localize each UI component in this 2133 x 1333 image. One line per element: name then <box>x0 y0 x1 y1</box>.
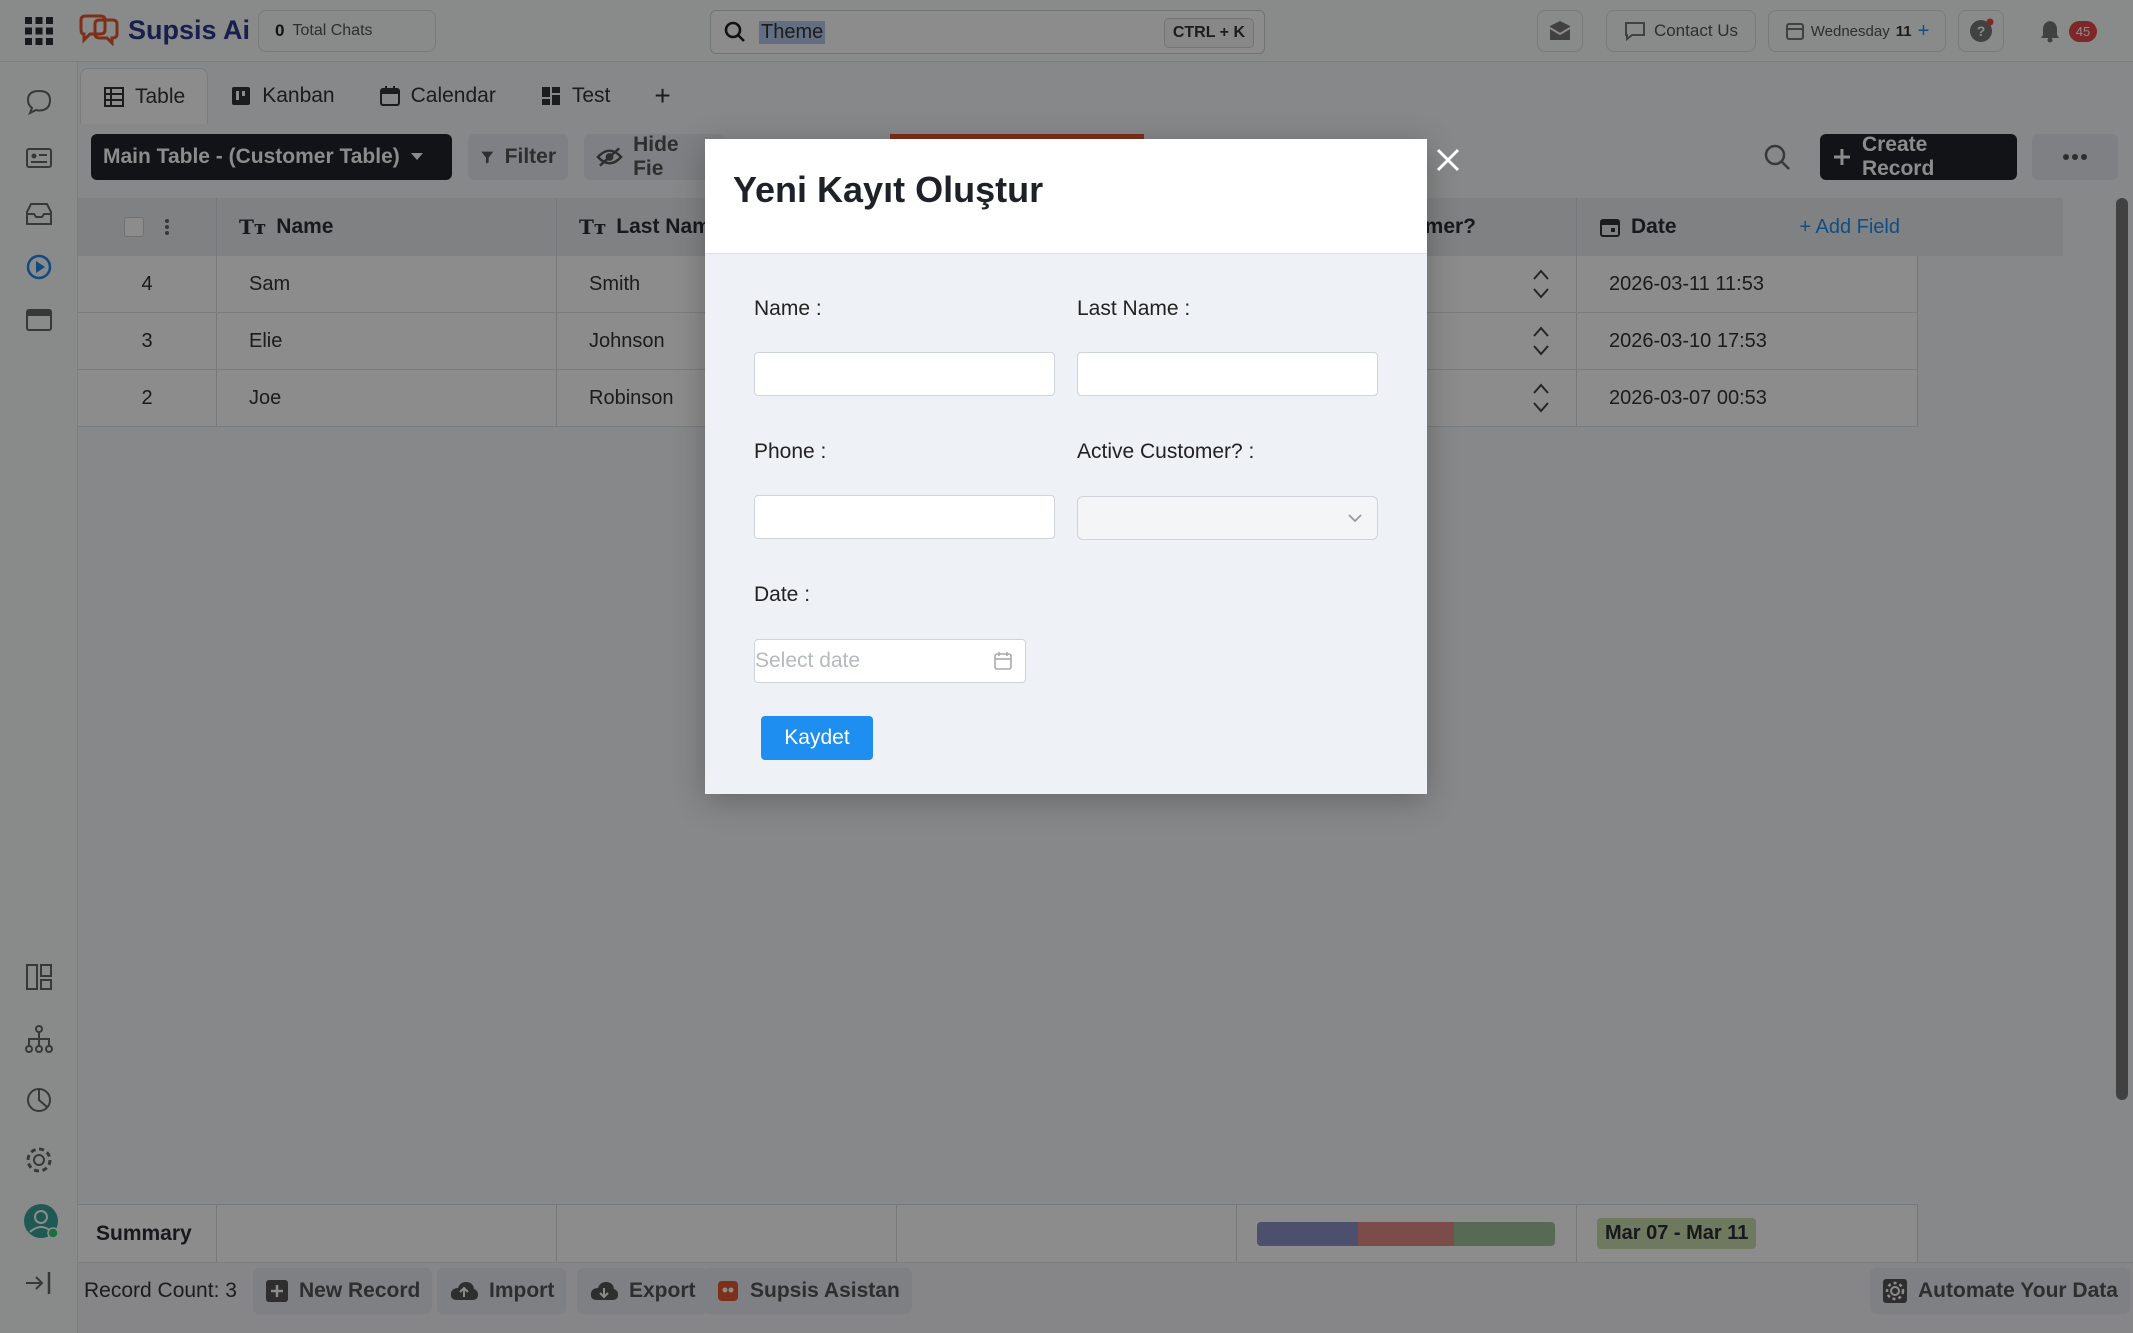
date-label: Date : <box>754 583 811 606</box>
phone-label: Phone : <box>754 440 827 463</box>
calendar-icon <box>994 652 1012 670</box>
modal-title: Yeni Kayıt Oluştur <box>733 169 1044 210</box>
phone-input[interactable] <box>754 495 1055 539</box>
name-input[interactable] <box>754 352 1055 396</box>
save-button[interactable]: Kaydet <box>761 716 873 760</box>
active-customer-select[interactable] <box>1077 496 1378 540</box>
close-modal-icon[interactable] <box>1432 144 1464 176</box>
modal-header: Yeni Kayıt Oluştur <box>705 139 1427 254</box>
name-label: Name : <box>754 297 822 320</box>
date-picker-input[interactable]: Select date <box>754 639 1026 683</box>
last-name-input[interactable] <box>1077 352 1378 396</box>
create-record-modal: Yeni Kayıt Oluştur Name : Last Name : Ph… <box>705 139 1427 794</box>
date-placeholder: Select date <box>755 649 861 672</box>
active-customer-label: Active Customer? : <box>1077 440 1255 463</box>
chevron-down-icon <box>1348 514 1362 523</box>
last-name-label: Last Name : <box>1077 297 1191 320</box>
